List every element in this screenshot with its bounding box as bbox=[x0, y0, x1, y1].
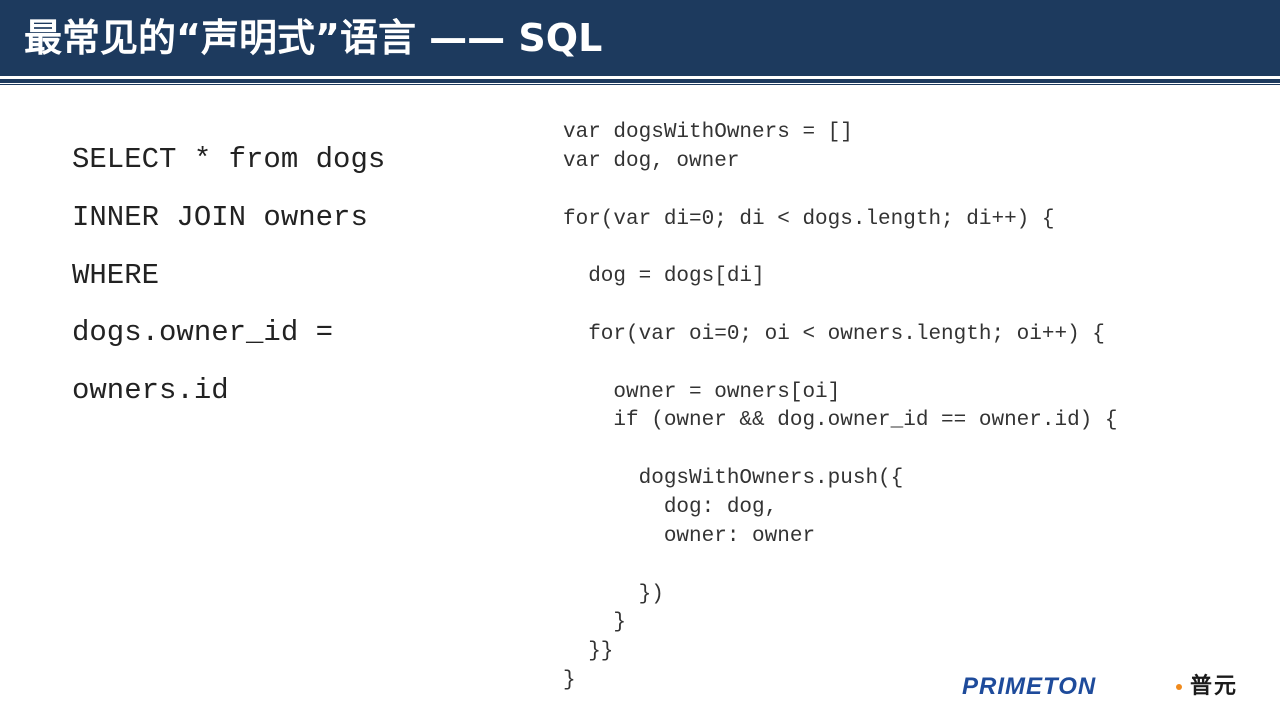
code-line: if (owner && dog.owner_id == owner.id) { bbox=[563, 409, 1118, 433]
logo-wordmark: PRIMETON bbox=[962, 673, 1097, 700]
sql-line: dogs.owner_id = bbox=[72, 316, 334, 350]
slide-title: 最常见的“声明式”语言 —— SQL bbox=[24, 16, 603, 60]
code-line: for(var oi=0; oi < owners.length; oi++) … bbox=[563, 322, 1105, 346]
code-line: var dogsWithOwners = [] bbox=[563, 121, 853, 144]
title-divider-thin bbox=[0, 84, 1280, 85]
code-line: dog: dog, bbox=[563, 495, 778, 519]
sql-line: INNER JOIN owners bbox=[72, 200, 368, 234]
code-line: }} bbox=[563, 640, 614, 664]
code-line: owner = owners[oi] bbox=[563, 380, 841, 404]
title-bar: 最常见的“声明式”语言 —— SQL bbox=[0, 0, 1280, 76]
imperative-code-block: var dogsWithOwners = [] var dog, owner f… bbox=[563, 119, 1118, 696]
primeton-logo: PRIMETON 普元 bbox=[962, 672, 1262, 702]
code-line: }) bbox=[563, 582, 664, 606]
code-line: owner: owner bbox=[563, 524, 816, 548]
sql-line: WHERE bbox=[72, 258, 160, 292]
sql-line: SELECT * from dogs bbox=[72, 143, 386, 176]
logo-dot-icon bbox=[1176, 684, 1182, 690]
code-line: for(var di=0; di < dogs.length; di++) { bbox=[563, 207, 1055, 231]
code-line: dog = dogs[di] bbox=[563, 265, 765, 289]
sql-query-block: SELECT * from dogs INNER JOIN owners WHE… bbox=[72, 131, 385, 420]
sql-line: owners.id bbox=[72, 374, 229, 408]
code-line: dogsWithOwners.push({ bbox=[563, 467, 904, 491]
code-line: } bbox=[563, 611, 627, 635]
code-line: var dog, owner bbox=[563, 149, 740, 173]
logo-chinese-name: 普元 bbox=[1190, 674, 1239, 699]
title-divider bbox=[0, 79, 1280, 83]
